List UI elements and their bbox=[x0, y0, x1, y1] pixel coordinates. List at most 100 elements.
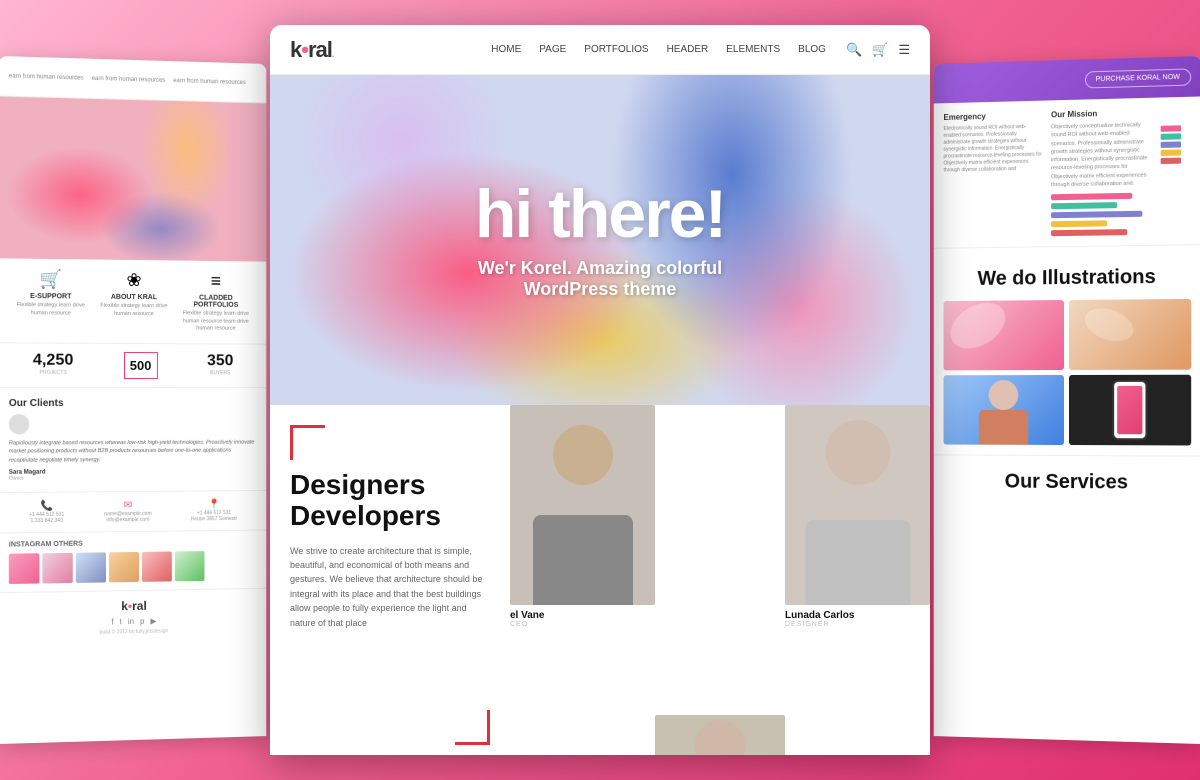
dot-red bbox=[1161, 158, 1181, 164]
right-mission-section: Emergency Electronically sound ROI witho… bbox=[934, 96, 1200, 248]
social-facebook[interactable]: f bbox=[111, 617, 113, 626]
search-icon[interactable]: 🔍 bbox=[846, 42, 862, 58]
instagram-grid bbox=[9, 550, 257, 584]
left-features: 🛒 E-SUPPORT Flexible strategy learn driv… bbox=[0, 258, 266, 343]
footer-logo: k•ral bbox=[9, 597, 257, 615]
instagram-label: INSTAGRAM OTHERS bbox=[9, 538, 257, 548]
color-bar-4 bbox=[1051, 220, 1107, 227]
illus-thumb-3 bbox=[943, 375, 1063, 445]
contact-address: 📍 +1 444 512 531 House 3857 Somestr bbox=[191, 499, 237, 522]
team-right: el Vane CEO Lunada Carlos bbox=[510, 405, 930, 755]
emergency-text: Electronically sound ROI without web-ena… bbox=[943, 124, 1043, 175]
member1-role: CEO bbox=[510, 621, 655, 628]
social-youtube[interactable]: ▶ bbox=[150, 616, 156, 625]
stat-buyers: 350 BUYERS bbox=[207, 352, 233, 379]
nav-blog[interactable]: BLOG bbox=[798, 44, 826, 55]
feature-about-desc: Flexible strategy learn drive human reso… bbox=[99, 303, 169, 319]
center-nav-icons: 🔍 🛒 ☰ bbox=[846, 42, 910, 58]
social-pinterest[interactable]: p bbox=[140, 617, 144, 626]
member2-role: DESIGNER bbox=[785, 621, 930, 628]
feature-about: ❀ ABOUT KRAL Flexible strategy learn dri… bbox=[99, 270, 169, 334]
stat-buyers-label: BUYERS bbox=[207, 370, 233, 376]
emergency-col: Emergency Electronically sound ROI witho… bbox=[943, 111, 1043, 238]
feature-portfolios-title: CLADDED PORTFOLIOS bbox=[181, 294, 250, 308]
feature-support: 🛒 E-SUPPORT Flexible strategy learn driv… bbox=[15, 269, 86, 333]
social-twitter[interactable]: t bbox=[120, 617, 122, 626]
hero-subtitle: We'r Korel. Amazing colorful WordPress t… bbox=[475, 258, 725, 300]
person-body-3 bbox=[979, 410, 1028, 445]
flower-icon: ❀ bbox=[99, 270, 169, 292]
cart-icon[interactable]: 🛒 bbox=[872, 42, 888, 58]
dot-purple bbox=[1161, 141, 1181, 148]
stat-projects: 4,250 PROJECTS bbox=[33, 352, 74, 379]
member-card-2: Lunada Carlos DESIGNER bbox=[785, 405, 930, 628]
feature-about-title: ABOUT KRAL bbox=[99, 294, 169, 302]
phone-icon: 📞 bbox=[29, 500, 64, 511]
feature-portfolios: ≡ CLADDED PORTFOLIOS Flexible strategy l… bbox=[181, 271, 250, 334]
team-section: Designers Developers We strive to create… bbox=[270, 405, 930, 755]
color-bar-2 bbox=[1051, 202, 1117, 209]
left-hero-paint bbox=[0, 96, 266, 261]
member-card-1: el Vane CEO bbox=[510, 405, 655, 628]
mission-title: Our Mission bbox=[1051, 108, 1152, 120]
left-panel: earn from human resources earn from huma… bbox=[0, 56, 266, 744]
member1-torso bbox=[533, 515, 633, 605]
right-panel-header: PURCHASE KORAL NOW bbox=[934, 56, 1200, 103]
member-card-3 bbox=[655, 715, 785, 755]
right-illustrations: We do Illustrations bbox=[934, 245, 1200, 455]
center-nav-links: HOME PAGE PORTFOLIOS HEADER ELEMENTS BLO… bbox=[491, 44, 826, 55]
left-footer: k•ral f t in p ▶ build © 2012 by tully,j… bbox=[0, 588, 266, 646]
paint-stroke-2 bbox=[1080, 302, 1138, 347]
testimonial-avatar bbox=[9, 414, 29, 434]
left-nav-link-1[interactable]: earn from human resources bbox=[9, 73, 84, 81]
stat-projects-number: 4,250 bbox=[33, 352, 74, 370]
stat-projects-label: PROJECTS bbox=[33, 370, 74, 376]
center-nav: k•ral. HOME PAGE PORTFOLIOS HEADER ELEME… bbox=[270, 25, 930, 75]
section-title: Designers Developers bbox=[290, 470, 490, 532]
contact-email: ✉ name@example.com info@example.com bbox=[104, 500, 151, 523]
illus-thumb-1 bbox=[943, 300, 1063, 370]
member2-torso bbox=[805, 520, 910, 605]
stat-mid-number: 500 bbox=[130, 358, 152, 373]
illus-thumb-2 bbox=[1068, 299, 1191, 370]
center-hero: hi there! We'r Korel. Amazing colorful W… bbox=[270, 75, 930, 405]
color-bar-3 bbox=[1051, 211, 1142, 218]
feature-portfolios-desc: Flexible strategy learn drive human reso… bbox=[181, 310, 250, 333]
dot-pink bbox=[1161, 125, 1181, 132]
hero-text: hi there! We'r Korel. Amazing colorful W… bbox=[475, 180, 725, 300]
stat-mid: 500 bbox=[121, 352, 161, 379]
left-instagram: INSTAGRAM OTHERS bbox=[0, 529, 266, 592]
nav-home[interactable]: HOME bbox=[491, 44, 521, 55]
mission-text: Objectively conceptualize technically so… bbox=[1051, 121, 1152, 189]
dot-yellow bbox=[1161, 150, 1181, 156]
instagram-thumb-1 bbox=[9, 553, 40, 584]
menu-icon: ≡ bbox=[181, 271, 250, 293]
left-nav-link-3[interactable]: earn from human resources bbox=[173, 78, 246, 86]
color-bars bbox=[1051, 192, 1152, 236]
our-services-title: Our Services bbox=[943, 470, 1191, 495]
illustrations-grid bbox=[943, 299, 1191, 446]
hero-title: hi there! bbox=[475, 180, 725, 248]
social-instagram[interactable]: in bbox=[128, 617, 134, 626]
left-nav-link-2[interactable]: earn from human resources bbox=[92, 75, 166, 83]
mission-col: Our Mission Objectively conceptualize te… bbox=[1051, 108, 1152, 236]
team-left: Designers Developers We strive to create… bbox=[270, 405, 510, 755]
location-icon: 📍 bbox=[191, 499, 237, 510]
stat-buyers-number: 350 bbox=[207, 352, 233, 370]
illustrations-title: We do Illustrations bbox=[943, 266, 1191, 292]
menu-bars-icon[interactable]: ☰ bbox=[898, 42, 910, 58]
left-stats: 4,250 PROJECTS 500 350 BUYERS bbox=[0, 342, 266, 387]
nav-page[interactable]: PAGE bbox=[539, 44, 566, 55]
center-logo: k•ral. bbox=[290, 37, 333, 63]
instagram-thumb-2 bbox=[42, 553, 72, 584]
nav-elements[interactable]: ELEMENTS bbox=[726, 44, 780, 55]
member1-head bbox=[553, 425, 613, 485]
purchase-button[interactable]: PURCHASE KORAL NOW bbox=[1085, 68, 1192, 88]
left-testimonial: Our Clients Rapidiously integrate based … bbox=[0, 387, 266, 492]
center-body-container: Designers Developers We strive to create… bbox=[270, 405, 930, 755]
instagram-thumb-5 bbox=[142, 551, 172, 581]
instagram-thumb-6 bbox=[175, 551, 205, 581]
nav-portfolios[interactable]: PORTFOLIOS bbox=[584, 44, 648, 55]
nav-header[interactable]: HEADER bbox=[667, 44, 709, 55]
phone-shape bbox=[1112, 380, 1147, 440]
